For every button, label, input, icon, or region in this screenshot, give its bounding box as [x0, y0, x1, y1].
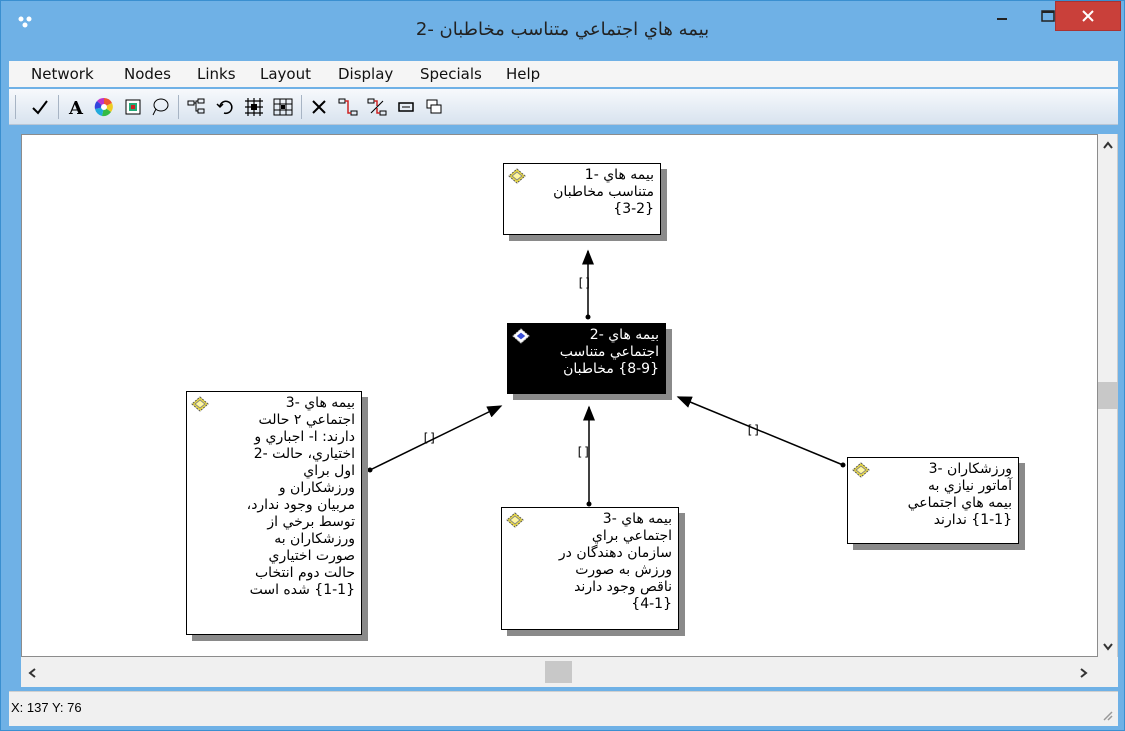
- node-left-line-2: اجتماعي ٢ حالت: [258, 412, 355, 428]
- node-left-line-8: توسط برخي از: [267, 514, 355, 530]
- node-center-line-1: بيمه هاي -2: [589, 327, 659, 343]
- maximize-icon: [1041, 10, 1055, 22]
- vertical-scrollbar[interactable]: [1098, 134, 1118, 657]
- node-bottom-line-3: سازمان دهندگان در: [558, 545, 672, 561]
- stack-icon[interactable]: [423, 96, 445, 118]
- node-right[interactable]: ورزشكاران -3 آماتور نيازي به بيمه هاي اج…: [847, 457, 1019, 544]
- resize-grip-icon[interactable]: [1102, 710, 1114, 722]
- node-top-line-3: {3-2}: [613, 201, 654, 217]
- network-canvas[interactable]: [] [] [] [] بيمه هاي -1 متناسب مخاطبان {…: [21, 134, 1098, 657]
- node-icon: [191, 396, 209, 412]
- delete-x-icon[interactable]: [308, 96, 330, 118]
- node-bottom-line-4: ورزش به صورت: [575, 562, 672, 578]
- edge-endpoint: [367, 467, 373, 473]
- menu-links[interactable]: Links: [197, 65, 236, 83]
- unlink-icon[interactable]: [366, 96, 388, 118]
- node-left-line-12: {1-1} شده است: [249, 582, 355, 598]
- toolbar-separator: [301, 95, 302, 119]
- node-center-selected[interactable]: بيمه هاي -2 اجتماعي متناسب {8-9} مخاطبان: [507, 323, 666, 394]
- node-top-line-2: متناسب مخاطبان: [553, 184, 654, 200]
- menu-nodes[interactable]: Nodes: [124, 65, 171, 83]
- edge-endpoint: [586, 501, 592, 507]
- menu-specials[interactable]: Specials: [420, 65, 482, 83]
- menu-display[interactable]: Display: [338, 65, 393, 83]
- cursor-coordinates: X: 137 Y: 76: [11, 700, 82, 715]
- vertical-scroll-thumb[interactable]: [1098, 382, 1118, 409]
- scrollbar-corner: [1098, 657, 1118, 687]
- edge-right-to-center[interactable]: [676, 396, 844, 466]
- tree-icon[interactable]: [185, 96, 207, 118]
- status-bar: X: 137 Y: 76: [9, 691, 1118, 726]
- node-left-line-10: صورت اختياري: [268, 548, 356, 564]
- node-icon: [508, 168, 526, 184]
- node-bottom-line-6: {4-1}: [631, 596, 672, 612]
- title-bar[interactable]: بيمه هاي اجتماعي متناسب مخاطبان -2: [1, 1, 1124, 57]
- grid-expand-icon[interactable]: [243, 96, 265, 118]
- node-left-line-6: ورزشكاران و: [278, 480, 355, 496]
- node-icon: [852, 462, 870, 478]
- edge-label-bottom[interactable]: []: [576, 445, 590, 459]
- grid-collapse-icon[interactable]: [272, 96, 294, 118]
- resize-handle[interactable]: [507, 388, 513, 394]
- node-top[interactable]: بيمه هاي -1 متناسب مخاطبان {3-2}: [503, 163, 661, 235]
- toolbar-grip: [15, 95, 16, 119]
- menu-layout[interactable]: Layout: [260, 65, 311, 83]
- scroll-right-icon[interactable]: [1079, 667, 1089, 679]
- lasso-icon[interactable]: [149, 96, 171, 118]
- menu-help[interactable]: Help: [506, 65, 540, 83]
- close-icon: [1082, 10, 1094, 22]
- node-left-line-3: دارند: ا- اجباري و: [254, 429, 355, 445]
- node-right-line-4: {1-1} ندارند: [933, 512, 1012, 528]
- scroll-left-icon[interactable]: [27, 667, 37, 679]
- horizontal-scroll-thumb[interactable]: [545, 661, 572, 683]
- edge-label-left[interactable]: []: [422, 431, 436, 445]
- toolbar-separator: [178, 95, 179, 119]
- node-left-line-4: اختياري، حالت -2: [253, 446, 355, 462]
- node-left-line-7: مربيان وجود ندارد،: [246, 497, 355, 513]
- close-button[interactable]: [1055, 1, 1121, 31]
- edge-label-right[interactable]: []: [746, 423, 760, 437]
- node-right-line-1: ورزشكاران -3: [928, 461, 1012, 477]
- text-a-icon[interactable]: A: [65, 96, 87, 118]
- resize-handle[interactable]: [660, 323, 666, 329]
- edge-endpoint: [840, 462, 846, 468]
- menu-network[interactable]: Network: [31, 65, 94, 83]
- node-bottom[interactable]: بيمه هاي -3 اجتماعي براي سازمان دهندگان …: [501, 507, 679, 630]
- node-right-line-3: بيمه هاي اجتماعي: [907, 495, 1012, 511]
- node-left[interactable]: بيمه هاي -3 اجتماعي ٢ حالت دارند: ا- اجب…: [186, 391, 362, 635]
- node-selected-icon: [512, 328, 530, 344]
- color-wheel-icon[interactable]: [93, 96, 115, 118]
- window-title: بيمه هاي اجتماعي متناسب مخاطبان -2: [415, 19, 710, 40]
- undo-icon[interactable]: [214, 96, 236, 118]
- node-icon: [506, 512, 524, 528]
- node-center-line-3: {8-9} مخاطبان: [563, 361, 659, 377]
- horizontal-scrollbar[interactable]: [21, 657, 1098, 687]
- node-left-line-5: اول براي: [303, 463, 355, 479]
- toolbar-separator: [58, 95, 59, 119]
- node-bottom-line-5: ناقص وجود دارند: [574, 579, 672, 595]
- node-right-line-2: آماتور نيازي به: [928, 478, 1012, 494]
- node-left-line-11: حالت دوم انتخاب: [255, 565, 355, 581]
- node-left-line-9: ورزشكاران به: [274, 531, 355, 547]
- toolbar: A: [9, 89, 1118, 125]
- node-center-line-2: اجتماعي متناسب: [559, 344, 659, 360]
- svg-text:A: A: [68, 98, 84, 116]
- node-bottom-line-2: اجتماعي براي: [591, 528, 672, 544]
- node-top-line-1: بيمه هاي -1: [584, 167, 654, 183]
- scroll-up-icon[interactable]: [1102, 140, 1114, 150]
- check-icon[interactable]: [29, 96, 51, 118]
- application-window: بيمه هاي اجتماعي متناسب مخاطبان -2 Netwo…: [0, 0, 1125, 731]
- edge-label-top[interactable]: []: [577, 276, 591, 290]
- image-icon[interactable]: [122, 96, 144, 118]
- edge-endpoint: [585, 314, 591, 320]
- minimize-icon: [997, 18, 1007, 20]
- link-icon[interactable]: [337, 96, 359, 118]
- node-left-line-1: بيمه هاي -3: [285, 395, 355, 411]
- minimize-button[interactable]: [979, 1, 1025, 31]
- menu-bar: Network Nodes Links Layout Display Speci…: [9, 61, 1118, 87]
- note-icon[interactable]: [395, 96, 417, 118]
- node-bottom-line-1: بيمه هاي -3: [602, 511, 672, 527]
- scroll-down-icon[interactable]: [1102, 642, 1114, 652]
